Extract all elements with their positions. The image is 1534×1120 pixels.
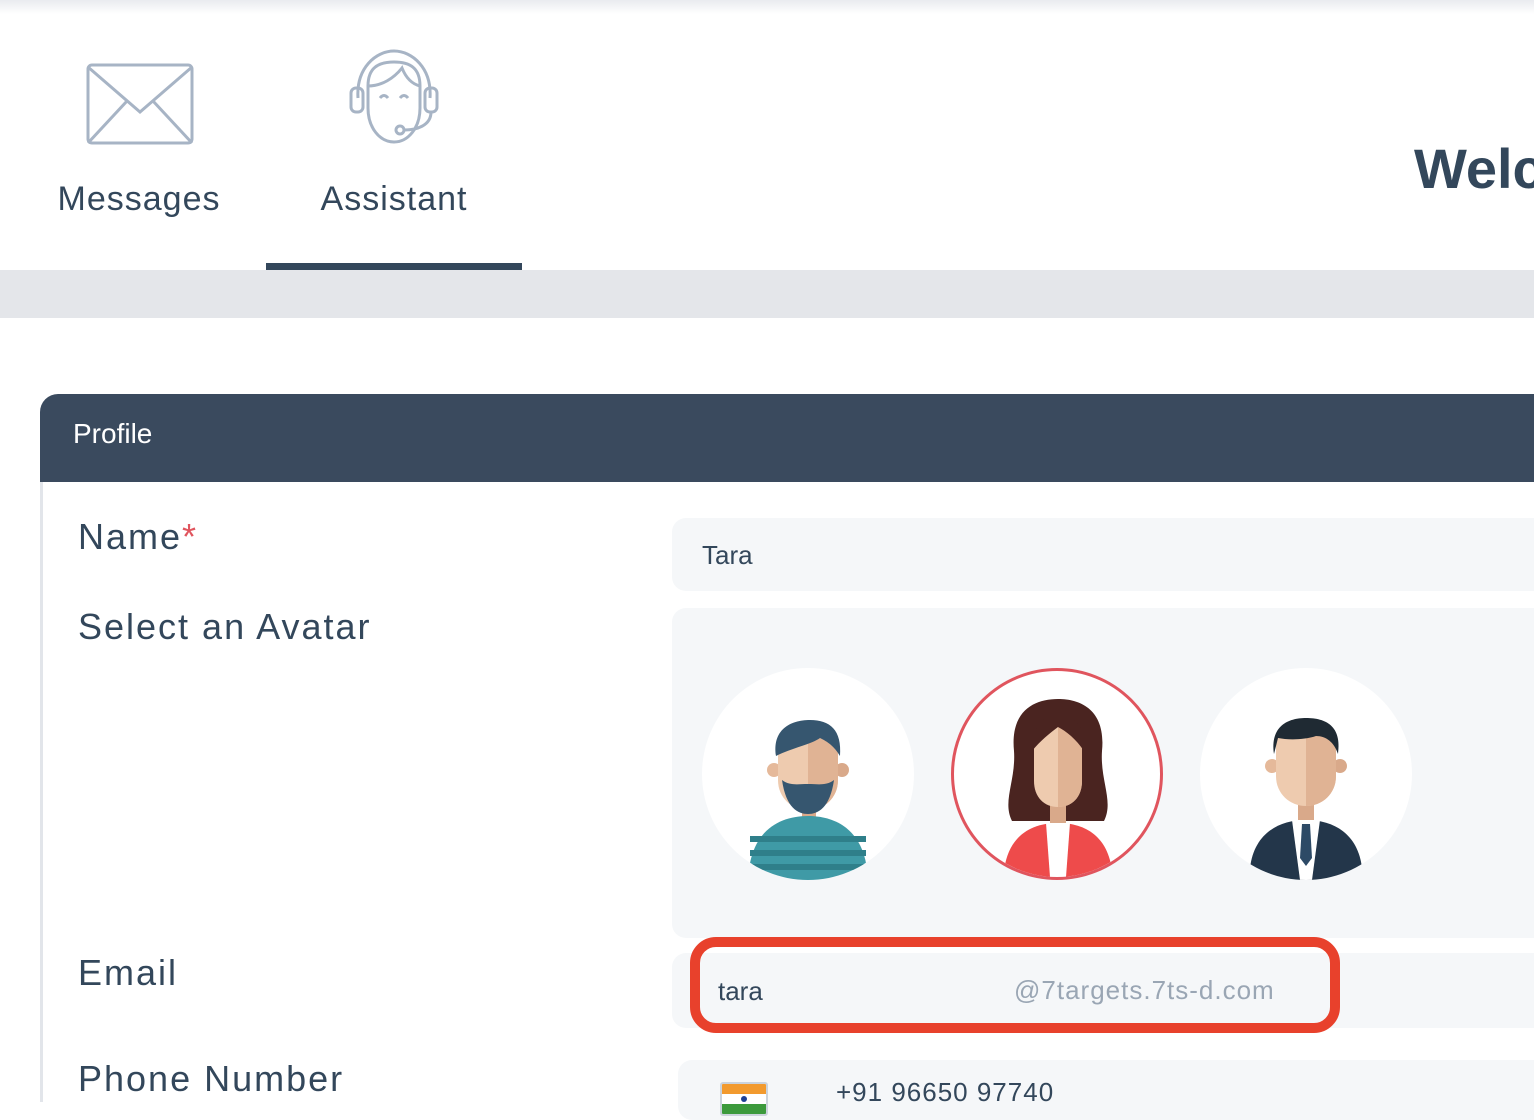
avatar-label: Select an Avatar [78, 606, 372, 647]
name-input-value: Tara [702, 540, 753, 570]
woman-icon [1004, 699, 1112, 877]
active-tab-indicator [266, 263, 522, 270]
email-label: Email [78, 952, 179, 993]
headset-icon [349, 49, 439, 144]
tab-messages[interactable]: Messages [18, 0, 260, 270]
profile-card-header: Profile [40, 394, 1534, 482]
name-input[interactable]: Tara [672, 518, 1534, 591]
tab-messages-label: Messages [57, 180, 221, 218]
name-label: Name* [78, 516, 199, 557]
email-highlight-box [690, 937, 1340, 1033]
woman-avatar[interactable] [951, 668, 1163, 880]
india-flag-icon[interactable] [720, 1082, 768, 1116]
profile-card-title: Profile [73, 418, 153, 449]
subheader-bar [0, 270, 1534, 318]
businessman-avatar[interactable] [1200, 668, 1412, 880]
welcome-heading: Welc [1414, 137, 1534, 200]
bearded-man-icon [750, 720, 866, 880]
phone-input-value: +91 96650 97740 [836, 1077, 1055, 1107]
phone-label: Phone Number [78, 1058, 345, 1099]
businessman-icon [1250, 718, 1362, 880]
phone-input[interactable]: +91 96650 97740 [678, 1060, 1534, 1120]
mail-icon [86, 63, 194, 145]
tab-assistant[interactable]: Assistant [266, 0, 522, 270]
bearded-man-avatar[interactable] [702, 668, 914, 880]
required-asterisk: * [182, 516, 199, 557]
tab-assistant-label: Assistant [320, 180, 468, 218]
